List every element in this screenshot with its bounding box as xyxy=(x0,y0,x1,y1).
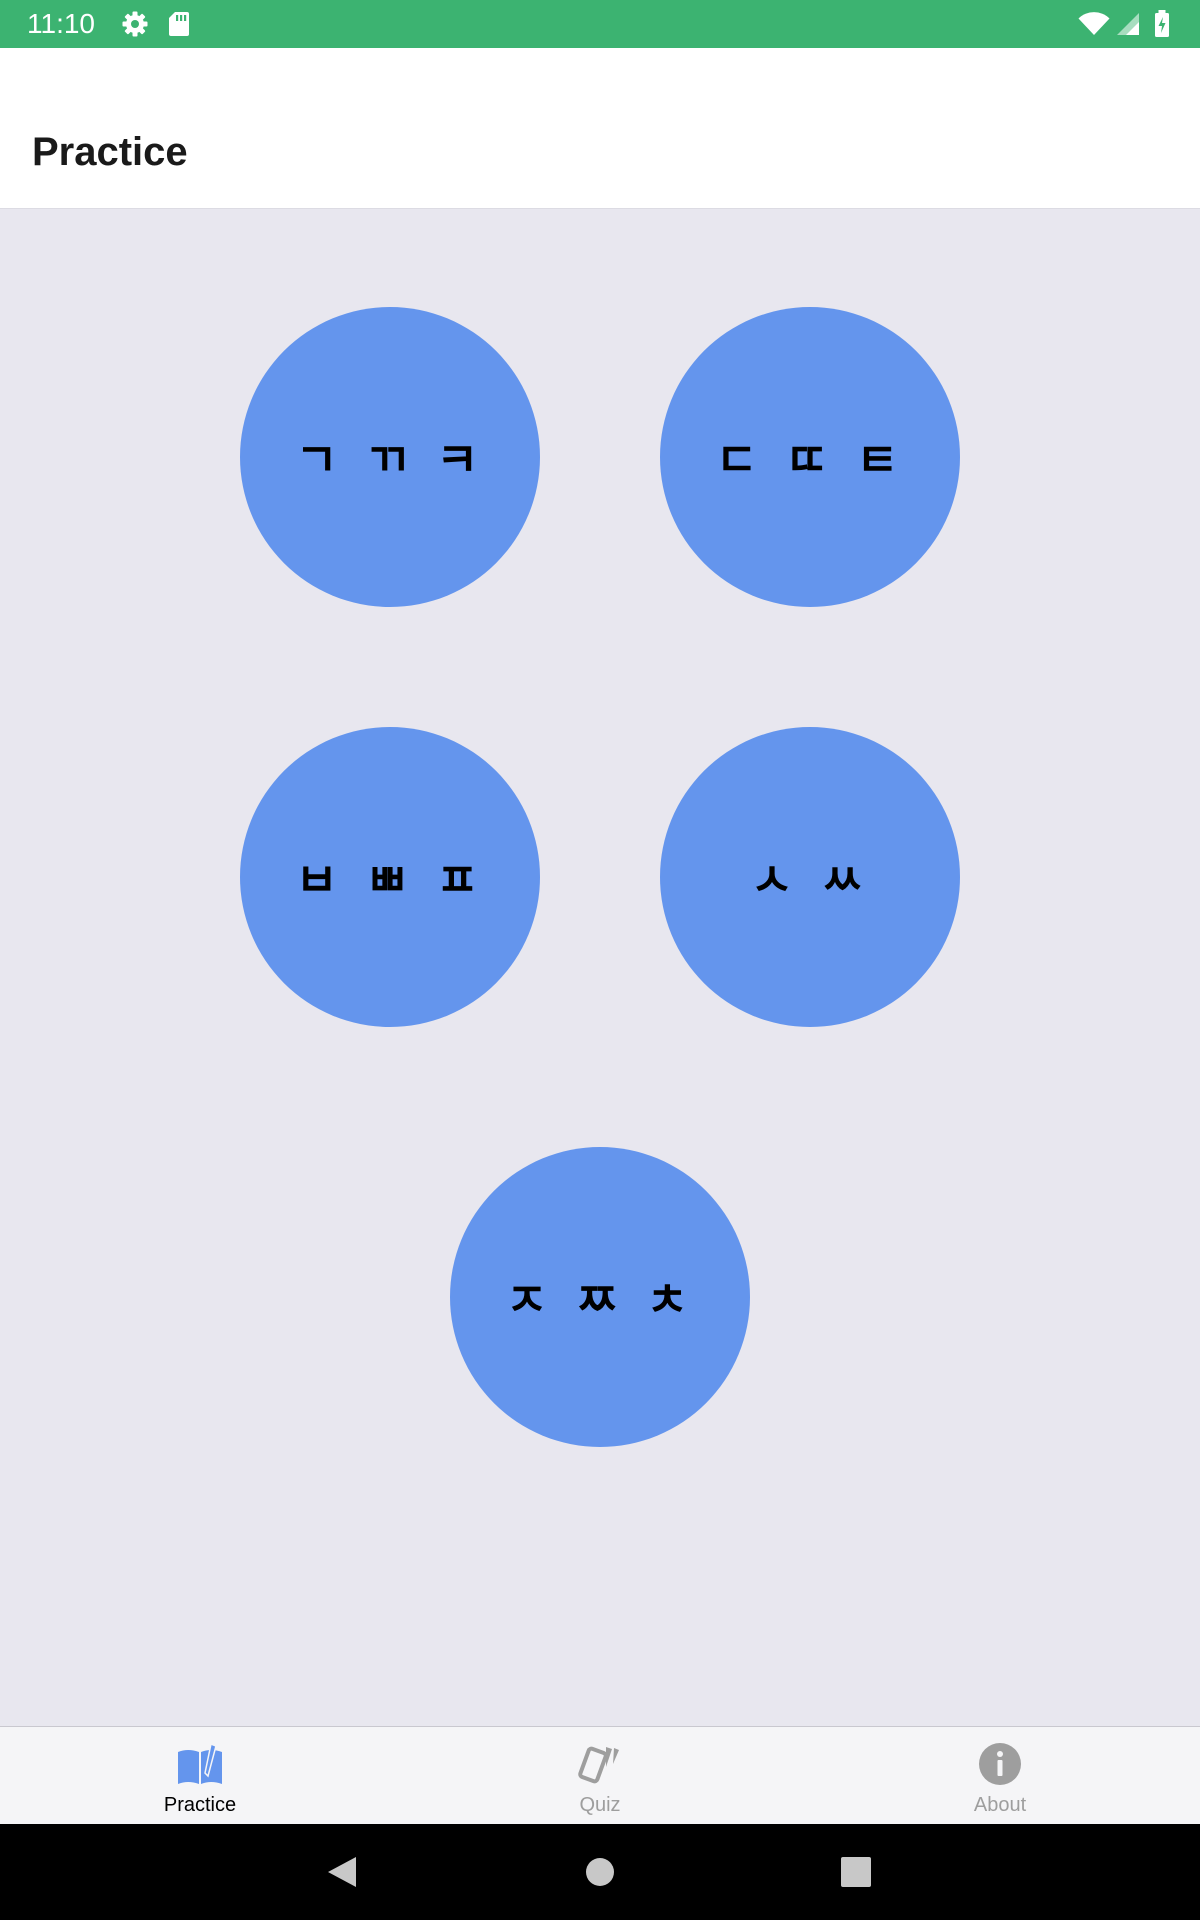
system-nav-bar xyxy=(0,1824,1200,1920)
practice-group-label: ㅂ ㅃ ㅍ xyxy=(295,853,485,907)
status-time: 11:10 xyxy=(27,8,95,39)
tab-label: About xyxy=(973,1794,1027,1816)
recents-icon[interactable] xyxy=(840,1856,872,1888)
practice-group-d-tt-t[interactable]: ㄷ ㄸ ㅌ xyxy=(660,307,960,607)
tab-label: Practice xyxy=(163,1794,237,1816)
practice-group-label: ㄷ ㄸ ㅌ xyxy=(715,433,905,487)
practice-group-label: ㅈ ㅉ ㅊ xyxy=(505,1273,695,1327)
app-header: Practice xyxy=(0,48,1200,209)
practice-group-g-kk-k[interactable]: ㄱ ㄲ ㅋ xyxy=(240,307,540,607)
book-icon xyxy=(178,1742,222,1784)
tab-label: Quiz xyxy=(579,1794,621,1816)
tab-practice[interactable]: Practice xyxy=(0,1727,400,1825)
sd-card-icon xyxy=(169,12,189,36)
cards-icon xyxy=(578,1746,619,1784)
tab-quiz[interactable]: Quiz xyxy=(400,1727,800,1825)
practice-group-j-jj-ch[interactable]: ㅈ ㅉ ㅊ xyxy=(450,1147,750,1447)
practice-group-b-pp-p[interactable]: ㅂ ㅃ ㅍ xyxy=(240,727,540,1027)
practice-group-label: ㄱ ㄲ ㅋ xyxy=(295,433,485,487)
tab-about[interactable]: About xyxy=(800,1727,1200,1825)
wifi-icon xyxy=(1078,12,1110,35)
practice-group-s-ss[interactable]: ㅅ ㅆ xyxy=(660,727,960,1027)
bottom-tab-bar: Practice Quiz About xyxy=(0,1726,1200,1825)
info-icon xyxy=(979,1743,1021,1785)
status-bar: 11:10 xyxy=(0,0,1200,48)
gear-icon xyxy=(122,11,148,37)
signal-icon xyxy=(1117,13,1139,35)
practice-group-label: ㅅ ㅆ xyxy=(750,853,870,907)
practice-content: ㄱ ㄲ ㅋ ㄷ ㄸ ㅌ ㅂ ㅃ ㅍ ㅅ ㅆ ㅈ ㅉ ㅊ xyxy=(0,209,1200,1726)
back-icon[interactable] xyxy=(324,1854,360,1890)
battery-charging-icon xyxy=(1155,10,1169,37)
home-icon[interactable] xyxy=(584,1856,616,1888)
page-title: Practice xyxy=(32,130,188,174)
